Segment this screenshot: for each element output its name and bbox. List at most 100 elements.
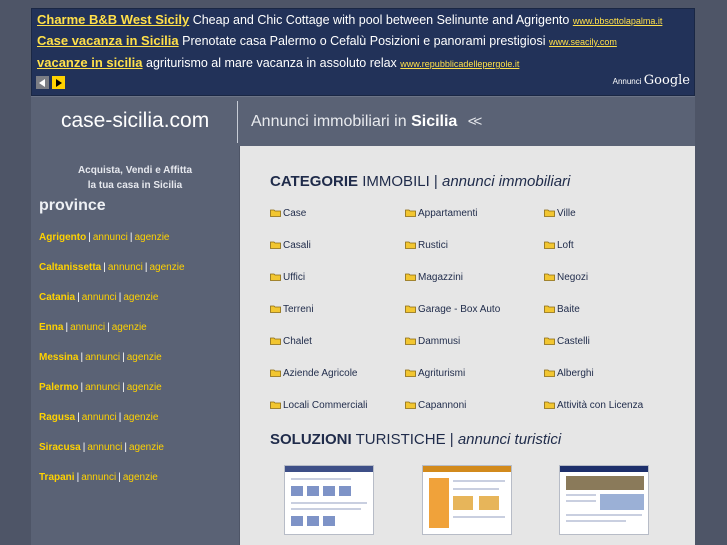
folder-icon	[270, 273, 281, 281]
province-link[interactable]: Agrigento	[39, 232, 86, 243]
category-item[interactable]: Garage - Box Auto	[405, 304, 500, 315]
category-item[interactable]: Dammusi	[405, 336, 460, 347]
category-item[interactable]: Case	[270, 208, 306, 219]
ad-next-button[interactable]	[52, 76, 65, 89]
folder-icon	[270, 305, 281, 313]
province-link[interactable]: Trapani	[39, 472, 75, 483]
category-label: Terreni	[283, 304, 314, 315]
tourist-site-thumbnail[interactable]	[284, 465, 374, 535]
annunci-link[interactable]: annunci	[85, 352, 120, 363]
category-label: Negozi	[557, 272, 589, 283]
tagline-prefix: Annunci immobiliari in	[251, 113, 407, 130]
agenzie-link[interactable]: agenzie	[129, 442, 164, 453]
folder-icon	[405, 241, 416, 249]
folder-icon	[270, 241, 281, 249]
category-item[interactable]: Magazzini	[405, 272, 463, 283]
category-label: Appartamenti	[418, 208, 478, 219]
annunci-link[interactable]: annunci	[85, 382, 120, 393]
category-item[interactable]: Ville	[544, 208, 576, 219]
folder-icon	[544, 241, 555, 249]
ad-url[interactable]: www.seacily.com	[549, 37, 617, 47]
category-item[interactable]: Capannoni	[405, 400, 466, 411]
province-link[interactable]: Caltanissetta	[39, 262, 101, 273]
agenzie-link[interactable]: agenzie	[123, 472, 158, 483]
province-item-messina: Messina | annunci | agenzie	[39, 352, 162, 363]
category-item[interactable]: Casali	[270, 240, 311, 251]
category-item[interactable]: Attività con Licenza	[544, 400, 643, 411]
province-item-catania: Catania | annunci | agenzie	[39, 292, 159, 303]
ad-line-1[interactable]: Charme B&B West Sicily Cheap and Chic Co…	[37, 11, 662, 30]
province-link[interactable]: Ragusa	[39, 412, 75, 423]
annunci-link[interactable]: annunci	[70, 322, 105, 333]
category-item[interactable]: Uffici	[270, 272, 305, 283]
category-item[interactable]: Appartamenti	[405, 208, 477, 219]
category-item[interactable]: Agriturismi	[405, 368, 465, 379]
heading-italic: annunci immobiliari	[441, 173, 571, 190]
category-item[interactable]: Chalet	[270, 336, 312, 347]
agenzie-link[interactable]: agenzie	[112, 322, 147, 333]
ad-url[interactable]: www.bbsottolapalma.it	[573, 16, 663, 26]
province-link[interactable]: Siracusa	[39, 442, 81, 453]
ad-url[interactable]: www.repubblicadellepergole.it	[400, 59, 519, 69]
category-label: Ville	[557, 208, 576, 219]
category-item[interactable]: Castelli	[544, 336, 590, 347]
annunci-link[interactable]: annunci	[93, 232, 128, 243]
agenzie-link[interactable]: agenzie	[127, 352, 162, 363]
ad-title[interactable]: Charme B&B West Sicily	[37, 12, 189, 27]
agenzie-link[interactable]: agenzie	[123, 292, 158, 303]
category-item[interactable]: Terreni	[270, 304, 314, 315]
category-item[interactable]: Aziende Agricole	[270, 368, 358, 379]
agenzie-link[interactable]: agenzie	[127, 382, 162, 393]
ad-banner: Charme B&B West Sicily Cheap and Chic Co…	[31, 8, 695, 96]
ad-title[interactable]: Case vacanza in Sicilia	[37, 33, 179, 48]
sidebar-intro: Acquista, Vendi e Affitta la tua casa in…	[31, 163, 239, 193]
category-item[interactable]: Negozi	[544, 272, 588, 283]
annunci-link[interactable]: annunci	[81, 472, 116, 483]
site-logo[interactable]: case-sicilia.com	[61, 109, 209, 133]
category-item[interactable]: Baite	[544, 304, 580, 315]
province-link[interactable]: Palermo	[39, 382, 78, 393]
agenzie-link[interactable]: agenzie	[123, 412, 158, 423]
province-item-trapani: Trapani | annunci | agenzie	[39, 472, 158, 483]
agenzie-link[interactable]: agenzie	[150, 262, 185, 273]
category-label: Rustici	[418, 240, 449, 251]
category-label: Uffici	[283, 272, 306, 283]
annunci-link[interactable]: annunci	[82, 412, 117, 423]
category-item[interactable]: Loft	[544, 240, 574, 251]
folder-icon	[544, 401, 555, 409]
category-label: Baite	[557, 304, 580, 315]
annunci-link[interactable]: annunci	[87, 442, 122, 453]
ad-title[interactable]: vacanze in sicilia	[37, 55, 143, 70]
folder-icon	[270, 401, 281, 409]
ad-line-2[interactable]: Case vacanza in Sicilia Prenotate casa P…	[37, 32, 617, 51]
folder-icon	[405, 369, 416, 377]
intro-line-2: la tua casa in Sicilia	[87, 180, 183, 191]
ad-line-3[interactable]: vacanze in sicilia agriturismo al mare v…	[37, 54, 519, 73]
heading-normal: TURISTICHE |	[355, 431, 454, 448]
tourist-site-thumbnail[interactable]	[422, 465, 512, 535]
province-link[interactable]: Catania	[39, 292, 75, 303]
folder-icon	[270, 337, 281, 345]
tagline-region: Sicilia	[411, 113, 458, 130]
agenzie-link[interactable]: agenzie	[134, 232, 169, 243]
annunci-link[interactable]: annunci	[82, 292, 117, 303]
folder-icon	[405, 337, 416, 345]
category-item[interactable]: Rustici	[405, 240, 448, 251]
intro-line-1: Acquista, Vendi e Affitta	[77, 165, 193, 176]
category-item[interactable]: Locali Commerciali	[270, 400, 367, 411]
category-label: Case	[283, 208, 307, 219]
tourist-site-thumbnail[interactable]	[559, 465, 649, 535]
province-item-ragusa: Ragusa | annunci | agenzie	[39, 412, 159, 423]
folder-icon	[405, 305, 416, 313]
category-item[interactable]: Alberghi	[544, 368, 594, 379]
annunci-link[interactable]: annunci	[108, 262, 143, 273]
chevron-right-icon	[56, 78, 62, 87]
province-link[interactable]: Enna	[39, 322, 63, 333]
category-label: Garage - Box Auto	[418, 304, 501, 315]
ad-prev-button[interactable]	[36, 76, 49, 89]
province-link[interactable]: Messina	[39, 352, 78, 363]
annunci-google-link[interactable]: Annunci Google	[613, 73, 690, 88]
folder-icon	[405, 401, 416, 409]
province-item-siracusa: Siracusa | annunci | agenzie	[39, 442, 164, 453]
category-label: Dammusi	[418, 336, 461, 347]
